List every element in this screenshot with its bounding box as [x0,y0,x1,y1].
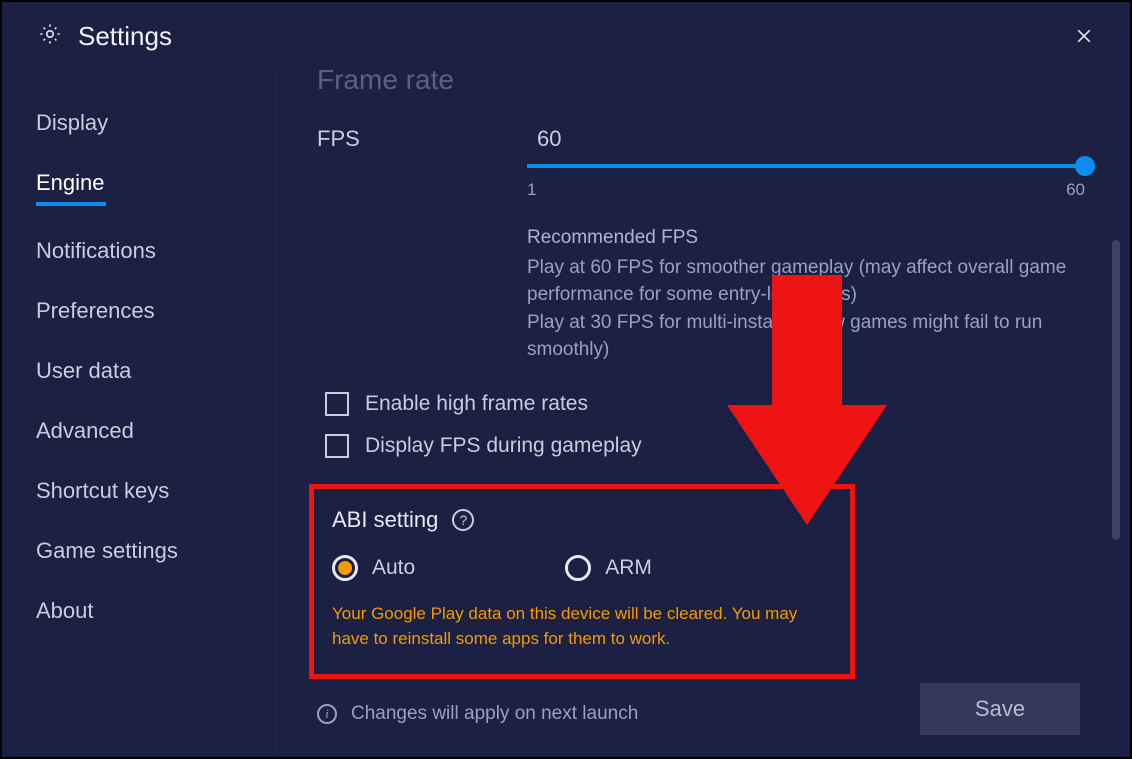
sidebar-item-game-settings[interactable]: Game settings [36,538,276,564]
checkbox-box-icon [325,392,349,416]
sidebar-item-preferences[interactable]: Preferences [36,298,276,324]
slider-thumb[interactable] [1075,156,1095,176]
header: Settings [2,2,1130,70]
frame-rate-heading: Frame rate [317,70,1090,96]
help-icon[interactable]: ? [452,509,474,531]
scrollbar[interactable] [1112,240,1120,540]
recommended-fps-block: Recommended FPS Play at 60 FPS for smoot… [527,224,1087,364]
abi-title: ABI setting [332,507,438,533]
page-title: Settings [78,21,172,52]
sidebar-item-user-data[interactable]: User data [36,358,276,384]
fps-value: 60 [537,126,561,152]
fps-slider[interactable]: 1 60 [527,164,1085,200]
header-left: Settings [38,21,172,52]
checkbox-high-fps-label: Enable high frame rates [365,392,588,416]
close-button[interactable] [1068,20,1100,52]
save-button-label: Save [975,696,1025,722]
fps-label: FPS [317,126,527,152]
sidebar: Display Engine Notifications Preferences… [2,70,277,755]
checkbox-display-fps-label: Display FPS during gameplay [365,434,642,458]
radio-arm-label: ARM [605,556,652,580]
radio-circle-icon [332,555,358,581]
checkbox-enable-high-fps[interactable]: Enable high frame rates [325,392,1090,416]
sidebar-item-engine[interactable]: Engine [36,170,276,204]
recommended-line-2: Play at 30 FPS for multi-instance (few g… [527,309,1087,364]
radio-abi-arm[interactable]: ARM [565,555,652,581]
radio-circle-icon [565,555,591,581]
sidebar-item-advanced[interactable]: Advanced [36,418,276,444]
radio-abi-auto[interactable]: Auto [332,555,415,581]
save-button[interactable]: Save [920,683,1080,735]
slider-min-label: 1 [527,180,536,200]
sidebar-item-shortcut-keys[interactable]: Shortcut keys [36,478,276,504]
checkbox-box-icon [325,434,349,458]
abi-setting-section: ABI setting ? Auto ARM Your Google Play … [309,484,855,679]
slider-max-label: 60 [1066,180,1085,200]
info-icon: i [317,704,337,724]
sidebar-item-notifications[interactable]: Notifications [36,238,276,264]
checkbox-display-fps[interactable]: Display FPS during gameplay [325,434,1090,458]
recommended-title: Recommended FPS [527,224,1087,252]
sidebar-item-display[interactable]: Display [36,110,276,136]
content: Frame rate FPS 60 1 60 Recommended FPS P… [277,70,1130,755]
sidebar-item-about[interactable]: About [36,598,276,624]
footer-note-row: i Changes will apply on next launch [317,703,638,725]
recommended-line-1: Play at 60 FPS for smoother gameplay (ma… [527,254,1087,309]
footer-note: Changes will apply on next launch [351,703,638,725]
abi-warning-text: Your Google Play data on this device wil… [332,601,832,652]
gear-icon [38,22,62,51]
radio-auto-label: Auto [372,556,415,580]
